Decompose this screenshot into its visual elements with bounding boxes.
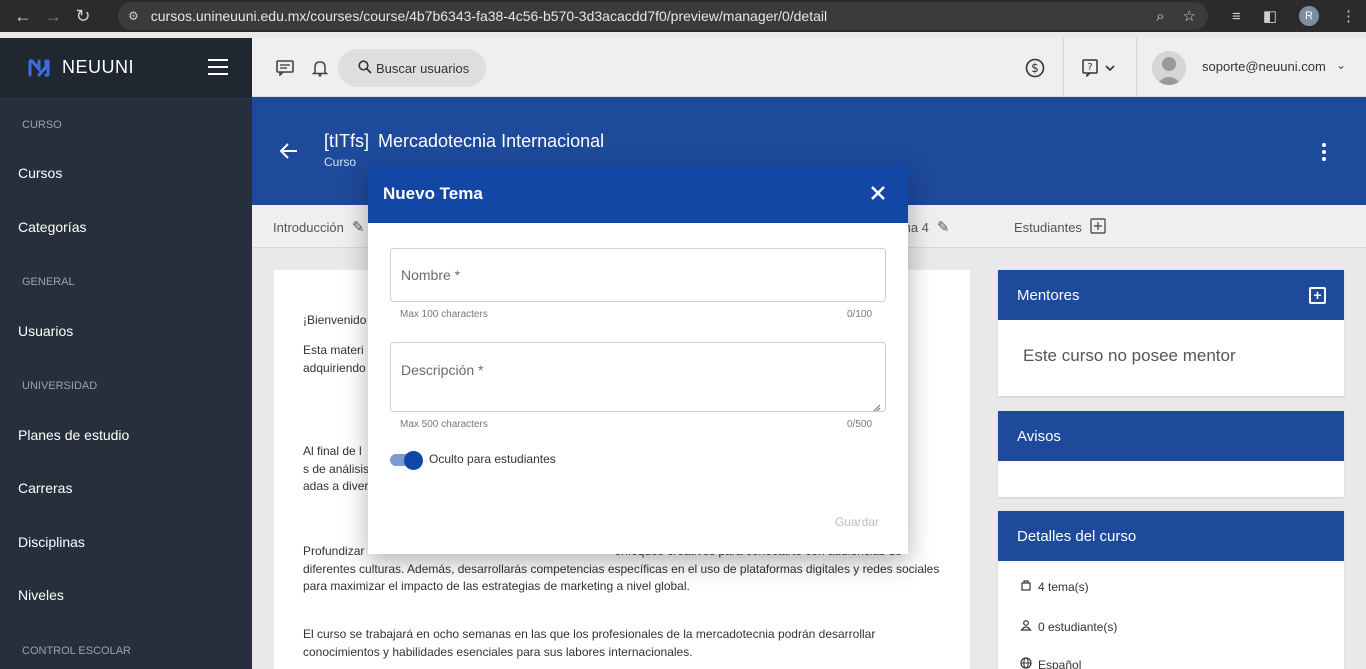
url-text: cursos.unineuuni.edu.mx/courses/course/4… [150,8,828,24]
pencil-icon[interactable]: ✎ [937,218,950,236]
dialog-header: Nuevo Tema [368,165,908,223]
pencil-icon[interactable]: ✎ [352,218,365,236]
mentors-panel: Mentores + Este curso no posee mentor [998,270,1344,396]
detail-text: Español [1038,657,1082,669]
toggle-label: Oculto para estudiantes [429,452,556,466]
name-placeholder: Nombre * [401,267,461,283]
sidebar-item-niveles[interactable]: Niveles [0,584,64,606]
globe-icon [1020,657,1032,669]
reload-icon[interactable]: ↻ [68,0,98,32]
sidebar-item-categorias[interactable]: Categorías [0,216,86,238]
tab-introduccion[interactable]: Introducción ✎ [273,218,364,236]
search-icon [358,59,372,77]
address-bar[interactable]: ⚙ cursos.unineuuni.edu.mx/courses/course… [118,2,1208,30]
description-placeholder: Descripción * [401,362,484,378]
notices-panel: Avisos [998,411,1344,497]
course-details-panel: Detalles del curso 4 tema(s) 0 estudiant… [998,511,1344,669]
back-arrow-icon[interactable] [279,139,298,165]
detail-text: 0 estudiante(s) [1038,619,1118,634]
sidebar-item-disciplinas[interactable]: Disciplinas [0,531,85,553]
svg-text:$: $ [1031,61,1039,75]
browser-toolbar: ← → ↻ ⚙ cursos.unineuuni.edu.mx/courses/… [0,0,1366,32]
detail-students: 0 estudiante(s) [1020,619,1117,634]
add-mentor-icon[interactable]: + [1309,287,1326,304]
chat-icon[interactable] [274,57,296,79]
forward-icon[interactable]: → [38,0,68,32]
panel-header: Mentores + [998,270,1344,320]
chevron-down-icon[interactable]: ⌄ [1336,58,1346,72]
sidebar-item-cursos[interactable]: Cursos [0,162,62,184]
search-label: Buscar usuarios [376,60,470,76]
course-title: Mercadotecnia Internacional [378,131,605,151]
resize-handle-icon[interactable] [873,399,881,412]
bell-icon[interactable] [309,57,331,79]
panel-title: Detalles del curso [1017,527,1137,545]
user-email[interactable]: soporte@neuuni.com [1202,59,1326,74]
sidebar-item-usuarios[interactable]: Usuarios [0,320,73,342]
section-control-escolar: CONTROL ESCOLAR [22,645,132,657]
section-general: GENERAL [22,276,75,288]
divider [1136,38,1137,97]
side-panel-icon[interactable]: ◧ [1263,7,1277,25]
more-options-icon[interactable] [1322,143,1326,161]
panel-title: Avisos [1017,427,1061,445]
detail-text: 4 tema(s) [1038,579,1089,594]
media-icon[interactable]: ≡ [1232,8,1241,25]
description-char-count: 0/500 [847,419,873,430]
paragraph: El curso se trabajará en ocho semanas en… [303,627,876,659]
person-icon [1020,619,1032,634]
section-universidad: UNIVERSIDAD [22,380,98,392]
svg-text:?: ? [1087,62,1092,73]
panel-header: Avisos [998,411,1344,461]
sidebar: NEUUNI CURSO Cursos Categorías GENERAL U… [0,38,252,669]
save-button[interactable]: Guardar [835,515,879,529]
close-icon[interactable] [870,182,886,206]
tab-label: Introducción [273,219,344,235]
tab-label: Estudiantes [1014,220,1082,235]
detail-language: Español [1020,657,1081,669]
help-menu-button[interactable]: ? [1080,57,1120,79]
section-curso: CURSO [22,119,62,131]
detail-topics: 4 tema(s) [1020,579,1089,594]
new-topic-dialog: Nuevo Tema Nombre * Max 100 characters 0… [368,165,908,554]
app-topbar: Buscar usuarios $ ? soporte@neuuni.com ⌄ [252,38,1366,97]
brand[interactable]: NEUUNI [0,38,252,97]
name-input[interactable]: Nombre * [390,248,886,302]
course-code: [tITfs] [324,131,369,151]
browser-menu-icon[interactable]: ⋮ [1341,7,1356,25]
bookmark-star-icon[interactable]: ☆ [1183,7,1196,25]
course-type: Curso [324,155,357,169]
description-textarea[interactable]: Descripción * [390,342,886,412]
sidebar-item-carreras[interactable]: Carreras [0,477,72,499]
divider [1063,38,1064,97]
dialog-title: Nuevo Tema [383,184,483,203]
back-icon[interactable]: ← [8,0,38,32]
menu-toggle-icon[interactable] [208,59,228,75]
topics-icon [1020,579,1032,594]
add-box-icon[interactable] [1090,218,1106,237]
zoom-icon[interactable]: ⌕ [1156,8,1164,25]
brand-logo-icon [28,58,50,77]
name-hint: Max 100 characters [400,309,488,320]
description-hint: Max 500 characters [400,419,488,430]
site-info-icon[interactable]: ⚙ [128,9,139,23]
profile-avatar[interactable]: R [1299,6,1319,26]
name-char-count: 0/100 [847,309,873,320]
panel-title: Mentores [1017,286,1080,304]
tab-estudiantes[interactable]: Estudiantes [1014,218,1106,237]
currency-icon[interactable]: $ [1024,57,1046,79]
user-avatar[interactable] [1152,51,1186,85]
brand-name: NEUUNI [62,57,135,77]
panel-header: Detalles del curso [998,511,1344,561]
sidebar-item-planes[interactable]: Planes de estudio [0,424,129,446]
hidden-for-students-toggle[interactable] [390,451,424,470]
mentors-empty-text: Este curso no posee mentor [1023,346,1236,365]
search-users-button[interactable]: Buscar usuarios [338,49,486,87]
toggle-knob [404,451,423,470]
